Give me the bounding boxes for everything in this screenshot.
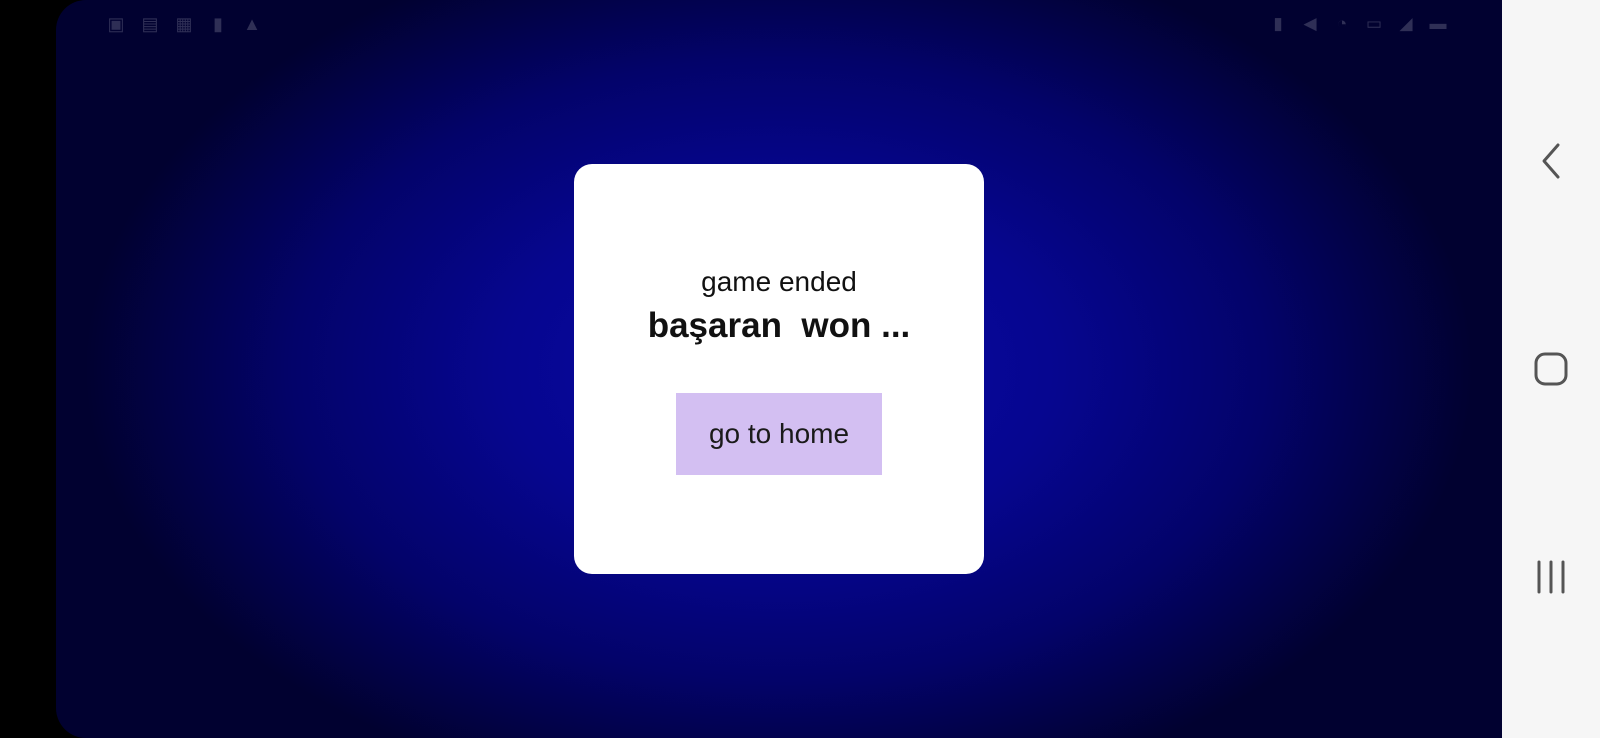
calendar-icon: ▦ (175, 14, 193, 34)
status-bar: ▣ ▤ ▦ ▮ ▲ ▮ ◀ ◔ ▭ ◢ ▬ (56, 0, 1502, 48)
go-to-home-button[interactable]: go to home (676, 393, 882, 475)
warning-icon: ▲ (243, 14, 261, 34)
recents-icon (1537, 560, 1565, 594)
battery-saver-icon: ▮ (1273, 14, 1283, 33)
nav-home-button[interactable] (1526, 344, 1576, 394)
navigation-bar (1502, 0, 1600, 738)
battery-icon: ▬ (1429, 14, 1447, 33)
vpn-icon: ▭ (1365, 14, 1383, 33)
notification-icon: ▣ (107, 14, 125, 34)
device-screen: ▣ ▤ ▦ ▮ ▲ ▮ ◀ ◔ ▭ ◢ ▬ game ended başaran… (0, 0, 1600, 738)
game-over-dialog: game ended başaran won ... go to home (574, 164, 984, 574)
status-icons-right: ▮ ◀ ◔ ▭ ◢ ▬ (1268, 14, 1448, 34)
status-icons-left: ▣ ▤ ▦ ▮ ▲ (106, 14, 262, 34)
game-status-text: game ended (701, 266, 857, 297)
home-icon (1534, 352, 1568, 386)
wifi-icon: ◔ (1336, 14, 1348, 33)
nav-recents-button[interactable] (1526, 552, 1576, 602)
back-icon (1542, 143, 1560, 179)
sim-icon: ▮ (213, 14, 223, 34)
notification-icon: ▤ (141, 14, 159, 34)
signal-icon: ◢ (1399, 14, 1413, 33)
mute-icon: ◀ (1303, 14, 1317, 33)
nav-back-button[interactable] (1526, 136, 1576, 186)
winner-text: başaran won ... (647, 306, 911, 345)
